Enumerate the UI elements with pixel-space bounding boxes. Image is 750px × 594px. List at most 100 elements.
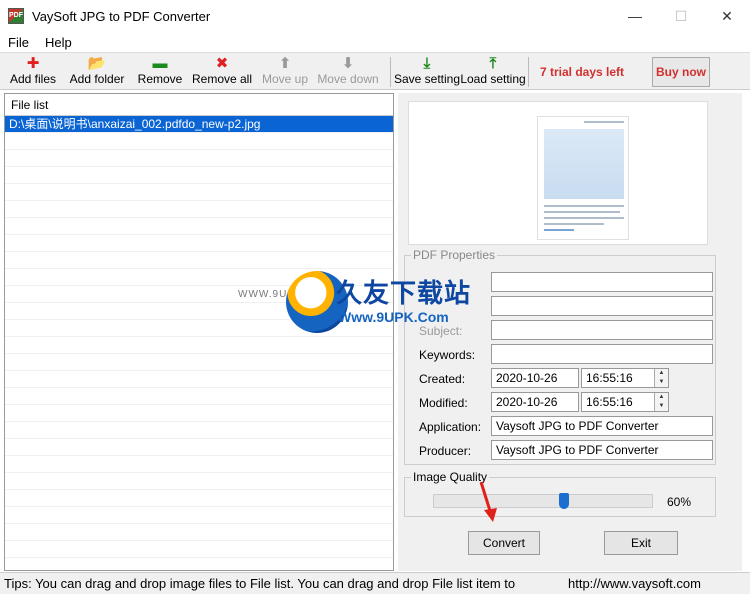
exit-button[interactable]: Exit xyxy=(604,531,678,555)
application-field[interactable]: Vaysoft JPG to PDF Converter xyxy=(491,416,713,436)
doc-line xyxy=(544,223,604,225)
producer-label: Producer: xyxy=(419,444,472,458)
subject-field[interactable] xyxy=(491,320,713,340)
remove-all-label: Remove all xyxy=(191,72,253,86)
list-item-empty xyxy=(5,422,393,439)
website-link[interactable]: http://www.vaysoft.com xyxy=(568,576,701,591)
list-item-empty xyxy=(5,490,393,507)
maximize-button[interactable]: ☐ xyxy=(658,0,704,32)
list-item-empty xyxy=(5,405,393,422)
list-item-empty xyxy=(5,388,393,405)
doc-line xyxy=(544,229,574,231)
list-item-empty xyxy=(5,150,393,167)
image-quality-slider[interactable] xyxy=(433,493,653,509)
created-label: Created: xyxy=(419,372,466,386)
modified-label: Modified: xyxy=(419,396,468,410)
list-item-empty xyxy=(5,507,393,524)
producer-field[interactable]: Vaysoft JPG to PDF Converter xyxy=(491,440,713,460)
toolbar-separator xyxy=(528,57,529,87)
menu-file[interactable]: File xyxy=(0,35,37,50)
add-folder-label: Add folder xyxy=(69,72,125,86)
list-item-empty xyxy=(5,235,393,252)
doc-line xyxy=(584,121,624,123)
list-item-empty xyxy=(5,439,393,456)
image-preview xyxy=(408,101,708,245)
menu-help[interactable]: Help xyxy=(37,35,80,50)
annotation-arrow-icon xyxy=(479,481,497,522)
title-field[interactable] xyxy=(491,272,713,292)
window-controls: — ☐ ✕ xyxy=(612,0,750,32)
list-item-empty xyxy=(5,354,393,371)
list-item[interactable]: D:\桌面\说明书\anxaizai_002.pdfdo_new-p2.jpg xyxy=(5,116,393,133)
created-date-picker[interactable]: 2020-10-26 xyxy=(491,368,579,388)
load-setting-label: Load setting xyxy=(460,72,526,86)
title-bar: PDF VaySoft JPG to PDF Converter — ☐ ✕ xyxy=(0,0,750,32)
arrow-down-icon: ⬇ xyxy=(341,55,355,72)
watermark: WWW.9UPK.COM 久友下载站 Www.9UPK.Com xyxy=(238,265,478,345)
trial-notice: 7 trial days left xyxy=(540,65,625,79)
list-item-empty xyxy=(5,184,393,201)
status-tips: Tips: You can drag and drop image files … xyxy=(4,576,516,591)
created-time-field[interactable]: 16:55:16 ▲ ▼ xyxy=(581,368,669,388)
list-item-empty xyxy=(5,371,393,388)
add-folder-button[interactable]: 📂 Add folder xyxy=(69,55,125,89)
menu-bar: File Help xyxy=(0,32,750,52)
spin-updown-icon[interactable]: ▲ ▼ xyxy=(654,369,668,387)
list-item-empty xyxy=(5,218,393,235)
doc-table-thumbnail xyxy=(544,129,624,199)
list-item-empty xyxy=(5,558,393,570)
add-files-button[interactable]: ✚ Add files xyxy=(10,55,56,89)
save-setting-label: Save setting xyxy=(393,72,461,86)
toolbar-separator xyxy=(390,57,391,87)
image-quality-value: 60% xyxy=(667,495,692,509)
status-bar: Tips: You can drag and drop image files … xyxy=(0,572,750,594)
keywords-label: Keywords: xyxy=(419,348,476,362)
image-quality-group: Image Quality 60% xyxy=(404,470,716,517)
list-item-empty xyxy=(5,133,393,150)
modified-time-value: 16:55:16 xyxy=(586,395,633,409)
doc-line xyxy=(544,211,620,213)
convert-button[interactable]: Convert xyxy=(468,531,540,555)
close-button[interactable]: ✕ xyxy=(704,0,750,32)
arrow-up-icon: ⬆ xyxy=(278,55,292,72)
add-files-label: Add files xyxy=(9,72,57,86)
save-setting-button[interactable]: ⤓ Save setting xyxy=(393,55,461,89)
preview-document-thumbnail xyxy=(537,116,629,240)
application-label: Application: xyxy=(419,420,482,434)
list-item-empty xyxy=(5,541,393,558)
load-setting-button[interactable]: ⤒ Load setting xyxy=(460,55,526,89)
remove-button[interactable]: ▬ Remove xyxy=(137,55,183,89)
minimize-button[interactable]: — xyxy=(612,0,658,32)
move-down-label: Move down xyxy=(317,72,379,86)
move-down-button[interactable]: ⬇ Move down xyxy=(317,55,379,89)
upload-icon: ⤒ xyxy=(489,55,497,72)
move-up-label: Move up xyxy=(261,72,309,86)
list-item-empty xyxy=(5,473,393,490)
slider-thumb[interactable] xyxy=(559,493,569,509)
file-list-header[interactable]: File list xyxy=(5,94,393,116)
list-item-empty xyxy=(5,524,393,541)
app-icon: PDF xyxy=(8,8,24,24)
window-title: VaySoft JPG to PDF Converter xyxy=(32,8,211,24)
keywords-field[interactable] xyxy=(491,344,713,364)
spin-updown-icon[interactable]: ▲ ▼ xyxy=(654,393,668,411)
list-item-empty xyxy=(5,167,393,184)
minus-icon: ▬ xyxy=(152,55,168,72)
modified-date-picker[interactable]: 2020-10-26 xyxy=(491,392,579,412)
buy-now-button[interactable]: Buy now xyxy=(652,57,710,87)
list-item-empty xyxy=(5,201,393,218)
watermark-brand: 久友下载站 xyxy=(336,279,472,309)
remove-label: Remove xyxy=(137,72,183,86)
doc-line xyxy=(544,217,624,219)
created-time-value: 16:55:16 xyxy=(586,371,633,385)
move-up-button[interactable]: ⬆ Move up xyxy=(262,55,308,89)
remove-all-button[interactable]: ✖ Remove all xyxy=(191,55,253,89)
list-item-empty xyxy=(5,456,393,473)
modified-time-field[interactable]: 16:55:16 ▲ ▼ xyxy=(581,392,669,412)
folder-icon: 📂 xyxy=(87,55,107,72)
x-icon: ✖ xyxy=(215,55,229,72)
watermark-url: Www.9UPK.Com xyxy=(338,309,449,325)
doc-line xyxy=(544,205,624,207)
author-field[interactable] xyxy=(491,296,713,316)
download-icon: ⤓ xyxy=(423,55,431,72)
